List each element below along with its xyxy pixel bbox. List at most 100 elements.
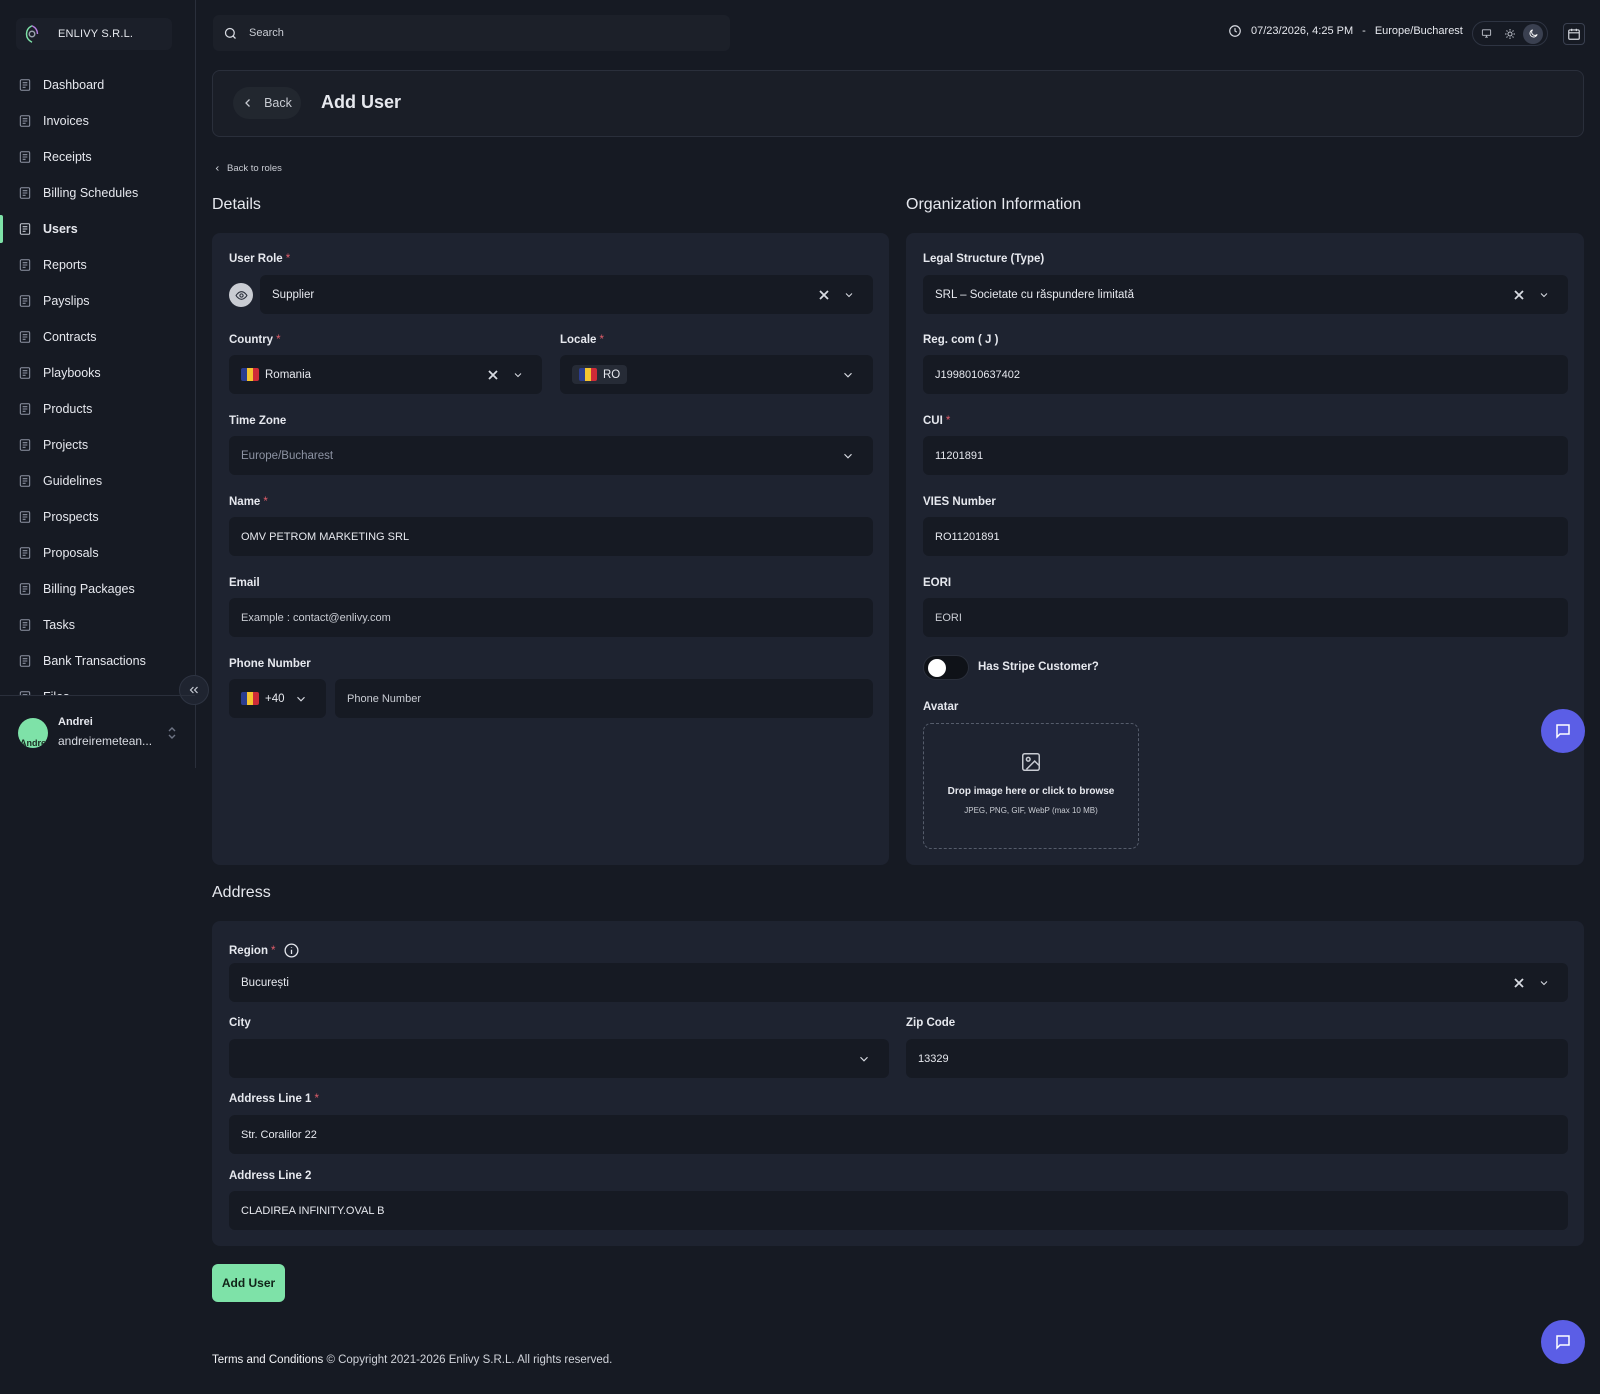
monitor-icon[interactable] — [1477, 24, 1497, 44]
time-zone-select[interactable]: Europe/Bucharest — [229, 436, 873, 475]
chevron-down-icon[interactable] — [841, 368, 855, 382]
sidebar-item-playbooks[interactable]: Playbooks — [0, 355, 195, 391]
chevron-down-icon[interactable] — [512, 369, 524, 381]
sidebar-item-proposals[interactable]: Proposals — [0, 535, 195, 571]
sun-icon[interactable] — [1500, 24, 1520, 44]
sidebar-item-products[interactable]: Products — [0, 391, 195, 427]
back-to-roles-label: Back to roles — [227, 163, 282, 174]
organization-switcher[interactable]: ENLIVY S.R.L. — [16, 18, 172, 50]
clear-icon[interactable] — [1514, 977, 1524, 988]
chevron-down-icon[interactable] — [857, 1052, 871, 1066]
report-icon — [17, 258, 32, 273]
user-role-select[interactable]: Supplier — [260, 275, 873, 314]
chevron-down-icon[interactable] — [1538, 977, 1550, 989]
vies-label: VIES Number — [923, 496, 996, 508]
calendar-button[interactable] — [1563, 23, 1585, 45]
user-menu[interactable]: Andre Andrei andreiremetean... — [0, 695, 195, 768]
search-input[interactable] — [249, 27, 689, 39]
city-select[interactable] — [229, 1039, 889, 1078]
clear-icon[interactable] — [488, 369, 498, 380]
country-select[interactable]: Romania — [229, 355, 542, 394]
sidebar-item-payslips[interactable]: Payslips — [0, 283, 195, 319]
info-icon[interactable] — [283, 942, 300, 959]
region-select[interactable]: București — [229, 963, 1568, 1002]
sidebar-item-reports[interactable]: Reports — [0, 247, 195, 283]
chevron-down-icon[interactable] — [843, 289, 855, 301]
terms-link[interactable]: Terms and Conditions — [212, 1354, 323, 1366]
page-header: Back Add User — [212, 70, 1584, 137]
sidebar-item-label: Invoices — [43, 114, 89, 128]
name-label-text: Name — [229, 496, 261, 508]
sidebar-item-prospects[interactable]: Prospects — [0, 499, 195, 535]
chat-button[interactable] — [1541, 709, 1585, 753]
receipt-icon — [17, 150, 32, 165]
eori-input[interactable] — [935, 611, 1568, 624]
address-line-1-input[interactable] — [241, 1128, 1568, 1141]
cui-input[interactable] — [935, 449, 1568, 462]
required-marker: * — [599, 334, 604, 346]
guideline-icon — [17, 474, 32, 489]
sidebar-item-projects[interactable]: Projects — [0, 427, 195, 463]
region-label: Region * — [229, 942, 300, 959]
sidebar-item-bank-transactions[interactable]: Bank Transactions — [0, 643, 195, 679]
zip-code-input[interactable] — [918, 1052, 1568, 1065]
chevron-down-icon[interactable] — [1538, 289, 1550, 301]
chat-button[interactable] — [1541, 1320, 1585, 1364]
add-user-button[interactable]: Add User — [212, 1264, 285, 1302]
sidebar-item-label: Billing Schedules — [43, 186, 139, 200]
sidebar-item-billing-schedules[interactable]: Billing Schedules — [0, 175, 195, 211]
chevron-left-icon — [214, 165, 221, 172]
reg-com-input[interactable] — [935, 368, 1568, 381]
chevron-down-icon[interactable] — [841, 449, 855, 463]
zip-code-field[interactable] — [906, 1039, 1568, 1078]
address-line-1-field[interactable] — [229, 1115, 1568, 1154]
phone-number-input[interactable] — [347, 692, 873, 705]
clear-icon[interactable] — [1514, 289, 1524, 300]
email-field[interactable] — [229, 598, 873, 637]
chevron-down-icon[interactable] — [294, 692, 308, 706]
eye-icon — [234, 289, 248, 302]
dropzone-text: Drop image here or click to browse — [947, 786, 1115, 797]
locale-select[interactable]: RO — [560, 355, 873, 394]
email-input[interactable] — [241, 611, 873, 624]
address-line-2-input[interactable] — [241, 1204, 1568, 1217]
back-button[interactable]: Back — [233, 87, 301, 119]
theme-switcher — [1472, 21, 1548, 46]
avatar-text: Andre — [19, 738, 46, 748]
moon-icon[interactable] — [1523, 23, 1544, 44]
view-role-button[interactable] — [229, 283, 253, 307]
eori-field[interactable] — [923, 598, 1568, 637]
vies-input[interactable] — [935, 530, 1568, 543]
stripe-customer-toggle[interactable] — [923, 655, 969, 680]
back-to-roles-link[interactable]: Back to roles — [214, 163, 282, 174]
clock-icon — [1228, 24, 1242, 38]
sidebar-item-dashboard[interactable]: Dashboard — [0, 67, 195, 103]
phone-prefix-select[interactable]: +40 — [229, 679, 326, 718]
search-bar[interactable] — [213, 15, 730, 51]
locale-chip: RO — [572, 365, 628, 384]
legal-structure-select[interactable]: SRL – Societate cu răspundere limitată — [923, 275, 1568, 314]
vies-field[interactable] — [923, 517, 1568, 556]
cui-label-text: CUI — [923, 415, 943, 427]
sidebar-item-invoices[interactable]: Invoices — [0, 103, 195, 139]
avatar-dropzone[interactable]: Drop image here or click to browse JPEG,… — [923, 723, 1139, 849]
sidebar-item-guidelines[interactable]: Guidelines — [0, 463, 195, 499]
sidebar-item-contracts[interactable]: Contracts — [0, 319, 195, 355]
sidebar-item-tasks[interactable]: Tasks — [0, 607, 195, 643]
address-line-2-field[interactable] — [229, 1191, 1568, 1230]
name-input[interactable] — [241, 530, 873, 543]
sidebar-item-users[interactable]: Users — [0, 211, 195, 247]
sidebar-item-billing-packages[interactable]: Billing Packages — [0, 571, 195, 607]
footer: Terms and Conditions © Copyright 2021-20… — [212, 1354, 612, 1366]
legal-structure-label: Legal Structure (Type) — [923, 253, 1045, 265]
chat-icon — [1554, 722, 1572, 740]
sidebar-item-receipts[interactable]: Receipts — [0, 139, 195, 175]
sidebar-item-files[interactable]: Files — [0, 679, 195, 695]
product-icon — [17, 402, 32, 417]
user-email: andreiremetean... — [58, 734, 153, 748]
clear-icon[interactable] — [819, 289, 829, 300]
cui-field[interactable] — [923, 436, 1568, 475]
reg-com-field[interactable] — [923, 355, 1568, 394]
phone-number-field[interactable] — [335, 679, 873, 718]
name-field[interactable] — [229, 517, 873, 556]
